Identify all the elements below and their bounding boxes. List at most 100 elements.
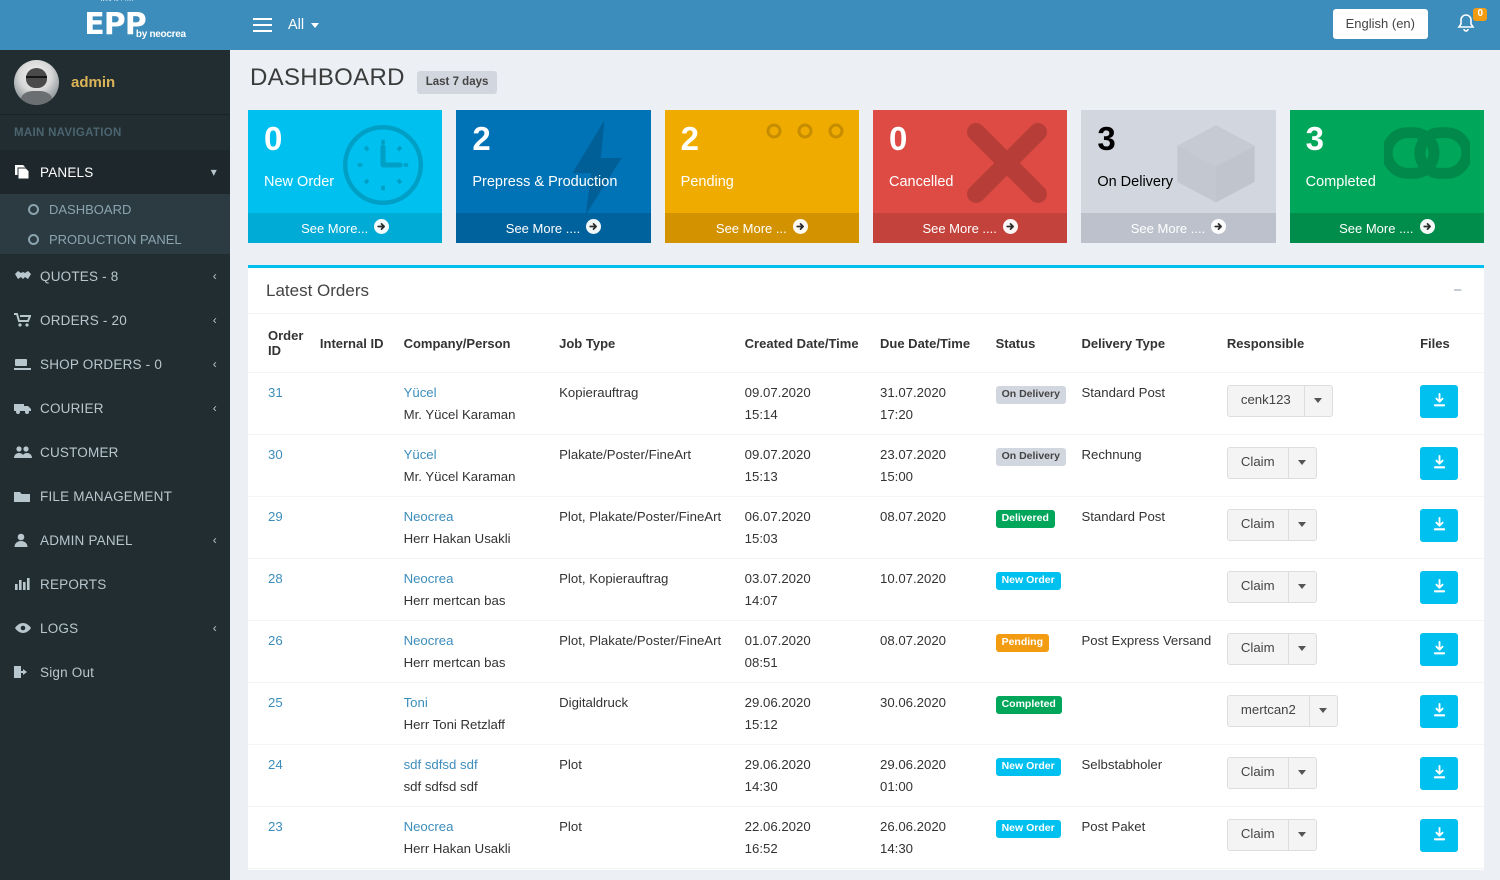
created-time: 16:52 (745, 841, 874, 856)
sidebar-item-dashboard[interactable]: DASHBOARD (0, 194, 230, 224)
sidebar-item-logs[interactable]: LOGS ‹ (0, 606, 230, 650)
order-id-link[interactable]: 28 (268, 571, 283, 586)
sidebar-item-panels[interactable]: PANELS ▾ (0, 150, 230, 194)
download-files-button[interactable] (1420, 447, 1458, 480)
company-link[interactable]: Yücel (404, 385, 437, 400)
order-id-link[interactable]: 25 (268, 695, 283, 710)
stat-card-value: 0 (889, 122, 907, 155)
caret-down-icon[interactable] (1289, 571, 1317, 603)
sidebar-item-quotes[interactable]: QUOTES - 8 ‹ (0, 254, 230, 298)
caret-down-icon[interactable] (1289, 757, 1317, 789)
responsible-dropdown[interactable]: mertcan2 (1227, 695, 1338, 727)
download-files-button[interactable] (1420, 509, 1458, 542)
claim-button[interactable]: mertcan2 (1227, 695, 1310, 727)
stat-card-value: 2 (681, 122, 699, 155)
claim-button[interactable]: Claim (1227, 447, 1289, 479)
company-link[interactable]: sdf sdfsd sdf (404, 757, 478, 772)
company-link[interactable]: Neocrea (404, 819, 454, 834)
responsible-dropdown[interactable]: Claim (1227, 571, 1317, 603)
panel-header: Latest Orders − (248, 268, 1484, 314)
language-selector[interactable]: English (en) (1333, 9, 1428, 39)
download-files-button[interactable] (1420, 571, 1458, 604)
collapse-button[interactable]: − (1449, 282, 1466, 299)
stat-card-new-order[interactable]: 0New OrderSee More... (248, 110, 442, 243)
created-date: 29.06.2020 (745, 695, 811, 710)
company-link[interactable]: Neocrea (404, 633, 454, 648)
hamburger-icon[interactable] (243, 0, 281, 50)
notifications-button[interactable]: 0 (1456, 13, 1476, 40)
caret-down-icon[interactable] (1289, 447, 1317, 479)
order-id-link[interactable]: 29 (268, 509, 283, 524)
responsible-dropdown[interactable]: Claim (1227, 819, 1317, 851)
download-files-button[interactable] (1420, 819, 1458, 852)
company-link[interactable]: Neocrea (404, 571, 454, 586)
company-link[interactable]: Yücel (404, 447, 437, 462)
sidebar-item-label: SHOP ORDERS - 0 (40, 357, 213, 372)
due-date: 10.07.2020 (880, 571, 946, 586)
responsible-dropdown[interactable]: Claim (1227, 633, 1317, 665)
filter-all-dropdown[interactable]: All (288, 0, 319, 50)
responsible-dropdown[interactable]: Claim (1227, 447, 1317, 479)
caret-down-icon[interactable] (1305, 385, 1333, 417)
caret-down-icon[interactable] (1310, 695, 1338, 727)
stat-card-see-more-label: See More .... (1131, 221, 1205, 236)
logo[interactable]: Web to Print EPP by neocrea (0, 0, 230, 50)
claim-button[interactable]: Claim (1227, 509, 1289, 541)
responsible-dropdown[interactable]: Claim (1227, 509, 1317, 541)
sidebar-item-admin-panel[interactable]: ADMIN PANEL ‹ (0, 518, 230, 562)
stat-card-see-more[interactable]: See More .... (873, 213, 1067, 243)
stat-card-completed[interactable]: 3CompletedSee More .... (1290, 110, 1484, 243)
sidebar-item-sign-out[interactable]: Sign Out (0, 650, 230, 694)
responsible-dropdown[interactable]: cenk123 (1227, 385, 1333, 417)
stat-card-see-more[interactable]: See More .... (1290, 213, 1484, 243)
sidebar-item-orders[interactable]: ORDERS - 20 ‹ (0, 298, 230, 342)
sidebar-item-customer[interactable]: CUSTOMER (0, 430, 230, 474)
download-files-button[interactable] (1420, 633, 1458, 666)
created-date: 01.07.2020 (745, 633, 811, 648)
order-id-link[interactable]: 30 (268, 447, 283, 462)
stat-card-on-delivery[interactable]: 3On DeliverySee More .... (1081, 110, 1275, 243)
order-id-link[interactable]: 24 (268, 757, 283, 772)
responsible-dropdown[interactable]: Claim (1227, 757, 1317, 789)
stat-card-see-more-label: See More... (301, 221, 368, 236)
stat-card-see-more[interactable]: See More ... (665, 213, 859, 243)
table-body: 31YücelMr. Yücel KaramanKopierauftrag09.… (248, 373, 1484, 880)
order-id-link[interactable]: 26 (268, 633, 283, 648)
stat-card-prepress-production[interactable]: 2Prepress & ProductionSee More .... (456, 110, 650, 243)
due-date: 30.06.2020 (880, 695, 946, 710)
download-files-button[interactable] (1420, 757, 1458, 790)
handshake-icon (14, 269, 40, 283)
delivery-type-cell: Standard Post (1081, 373, 1226, 435)
caret-down-icon[interactable] (1289, 509, 1317, 541)
caret-down-icon[interactable] (1289, 819, 1317, 851)
sidebar-item-reports[interactable]: REPORTS (0, 562, 230, 606)
claim-button[interactable]: Claim (1227, 819, 1289, 851)
created-time: 15:13 (745, 469, 874, 484)
claim-button[interactable]: Claim (1227, 757, 1289, 789)
job-type-cell: Plot, Kopierauftrag (559, 869, 745, 880)
order-id-link[interactable]: 23 (268, 819, 283, 834)
stat-card-see-more[interactable]: See More .... (1081, 213, 1275, 243)
order-id-link[interactable]: 31 (268, 385, 283, 400)
download-files-button[interactable] (1420, 385, 1458, 418)
company-link[interactable]: Neocrea (404, 509, 454, 524)
sidebar-item-file-management[interactable]: FILE MANAGEMENT (0, 474, 230, 518)
internal-id-cell (320, 559, 404, 621)
claim-button[interactable]: Claim (1227, 571, 1289, 603)
claim-button[interactable]: cenk123 (1227, 385, 1305, 417)
user-panel[interactable]: admin (0, 50, 230, 115)
sidebar-item-shop-orders[interactable]: SHOP ORDERS - 0 ‹ (0, 342, 230, 386)
stat-card-pending[interactable]: 2PendingSee More ... (665, 110, 859, 243)
person-name: sdf sdfsd sdf (404, 779, 554, 794)
top-navbar: All English (en) 0 (230, 0, 1500, 50)
created-date: 22.06.2020 (745, 819, 811, 834)
sidebar-item-production-panel[interactable]: PRODUCTION PANEL (0, 224, 230, 254)
stat-card-see-more[interactable]: See More .... (456, 213, 650, 243)
caret-down-icon[interactable] (1289, 633, 1317, 665)
claim-button[interactable]: Claim (1227, 633, 1289, 665)
sidebar-item-courier[interactable]: COURIER ‹ (0, 386, 230, 430)
download-files-button[interactable] (1420, 695, 1458, 728)
stat-card-cancelled[interactable]: 0CancelledSee More .... (873, 110, 1067, 243)
stat-card-see-more[interactable]: See More... (248, 213, 442, 243)
company-link[interactable]: Toni (404, 695, 428, 710)
